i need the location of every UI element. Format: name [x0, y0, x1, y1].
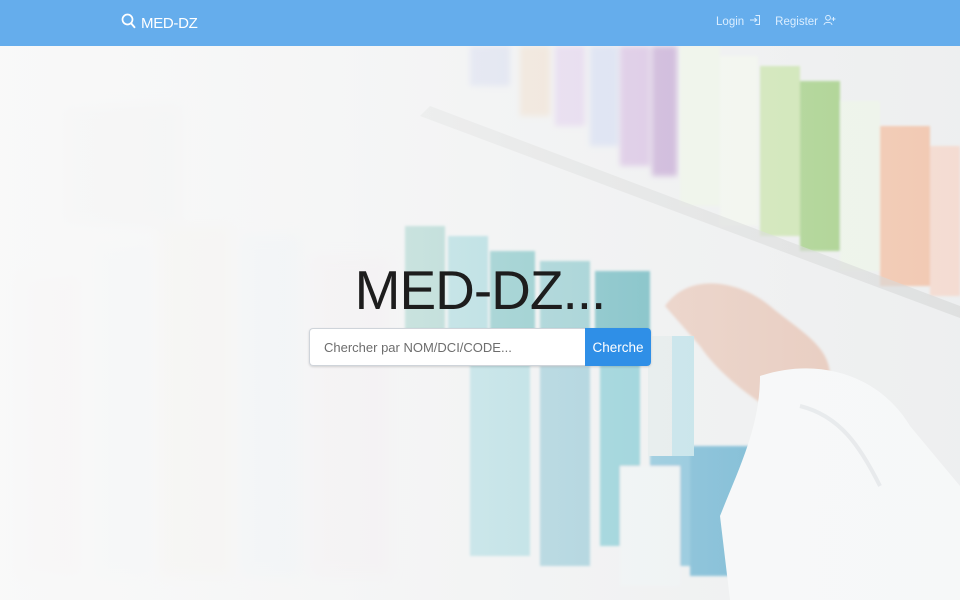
- brand-link[interactable]: MED-DZ: [121, 12, 198, 34]
- login-icon: [749, 14, 761, 29]
- brand-name: MED-DZ: [141, 14, 198, 32]
- register-label: Register: [775, 15, 818, 28]
- login-link[interactable]: Login: [716, 14, 761, 29]
- nav-links: Login Register: [716, 14, 836, 29]
- login-label: Login: [716, 15, 745, 28]
- user-plus-icon: [823, 14, 836, 29]
- search-button[interactable]: Cherche: [585, 328, 651, 366]
- search-input[interactable]: [309, 328, 585, 366]
- search-bar: Cherche: [309, 328, 651, 366]
- background-overlay: [0, 46, 960, 600]
- hero-title: MED-DZ...: [354, 259, 607, 321]
- hero-section: MED-DZ... Cherche: [0, 46, 960, 600]
- navbar: MED-DZ Login Register: [0, 0, 960, 46]
- register-link[interactable]: Register: [775, 14, 836, 29]
- search-icon: [121, 13, 136, 34]
